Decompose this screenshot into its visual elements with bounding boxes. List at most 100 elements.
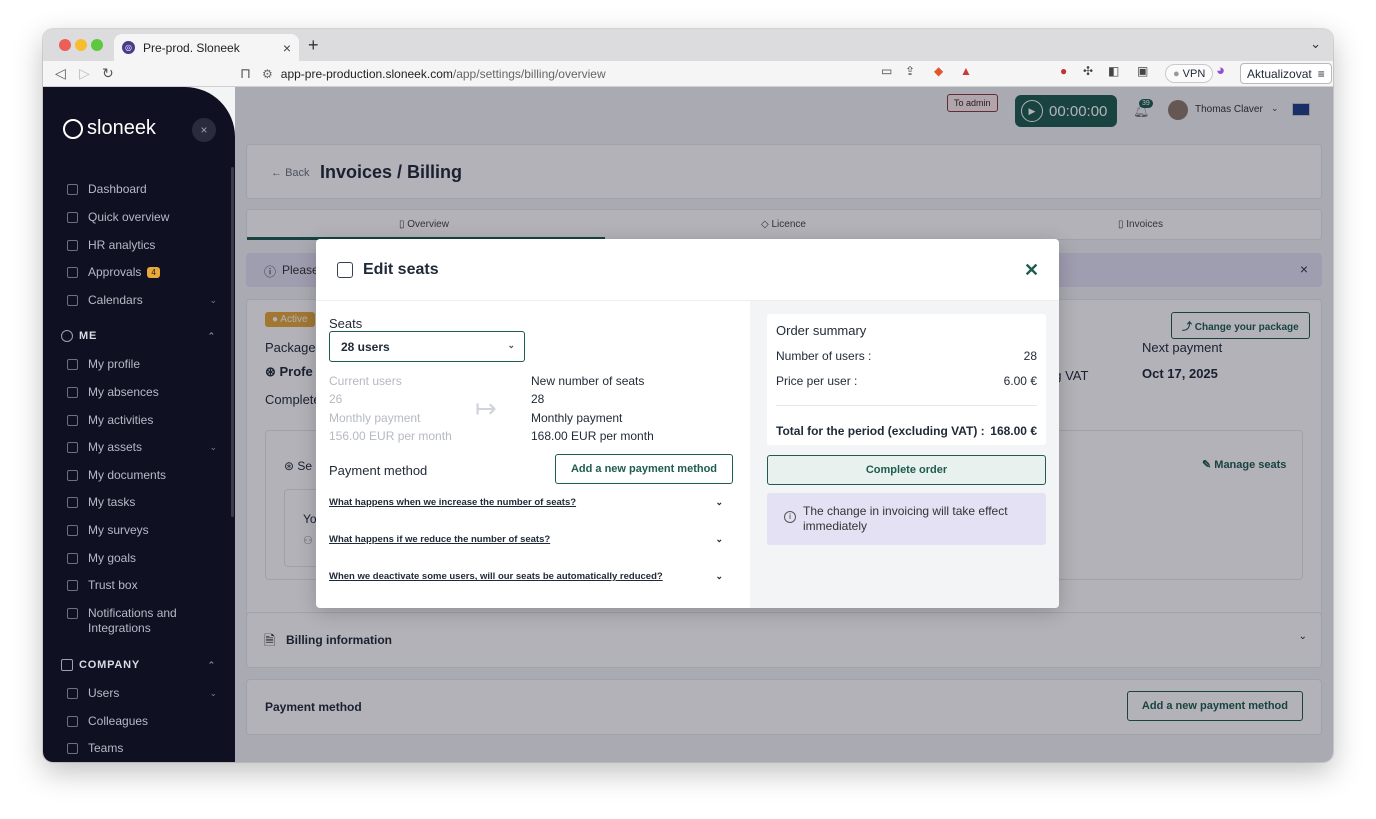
extension-icon[interactable]: ● — [1060, 64, 1067, 78]
chevron-down-icon: ⌄ — [209, 441, 217, 452]
sidebar-item-calendars[interactable]: Calendars ⌄ — [67, 293, 217, 307]
close-tab-icon[interactable]: × — [283, 40, 291, 56]
maximize-window-button[interactable] — [91, 39, 103, 51]
trust-box-icon — [67, 579, 78, 591]
vpn-label: VPN — [1182, 67, 1206, 80]
reload-icon[interactable]: ↻ — [102, 65, 114, 82]
faq-item[interactable]: When we deactivate some users, will our … — [329, 571, 723, 582]
tasks-icon — [67, 496, 78, 508]
arrow-right-icon: ↦ — [475, 393, 497, 423]
bookmark-icon[interactable]: ⊓ — [240, 65, 251, 82]
chevron-down-icon: ⌄ — [715, 571, 723, 581]
browser-tab-title: Pre-prod. Sloneek — [143, 40, 240, 55]
sidebar-item-trust-box[interactable]: Trust box — [67, 578, 217, 592]
colleagues-icon — [67, 715, 78, 727]
sidebar-item-my-documents[interactable]: My documents — [67, 468, 217, 482]
chevron-down-icon: ⌄ — [209, 294, 217, 305]
cast-icon[interactable]: ▭ — [881, 64, 892, 78]
sidebar-item-label: Users — [88, 686, 120, 700]
address-bar[interactable]: ⚙ app-pre-production.sloneek.com/app/set… — [262, 63, 982, 85]
sidebar-section-company[interactable]: COMPANY ⌃ — [61, 659, 216, 671]
chevron-down-icon: ⌄ — [209, 687, 217, 698]
dashboard-icon — [67, 183, 78, 195]
sidebar-item-users[interactable]: Users ⌄ — [67, 686, 217, 700]
brave-shield-icon[interactable]: ◆ — [934, 64, 943, 78]
sidebar-item-label: My absences — [88, 385, 159, 399]
sidebar-item-my-assets[interactable]: My assets ⌄ — [67, 440, 217, 454]
sidebar-item-label: Trust box — [88, 578, 138, 592]
edit-seats-modal: Edit seats ✕ Seats 28 users ⌄ Current us… — [316, 239, 1059, 608]
sidebar-item-my-tasks[interactable]: My tasks — [67, 495, 217, 509]
sidebar-item-label: My goals — [88, 551, 137, 565]
sidebar-item-hr-analytics[interactable]: HR analytics — [67, 238, 217, 252]
sidebar-item-colleagues[interactable]: Colleagues — [67, 714, 217, 728]
sidebar-toggle-icon[interactable]: ◧ — [1108, 64, 1119, 78]
seats-select[interactable]: 28 users ⌄ — [329, 331, 525, 362]
current-monthly-value: 156.00 EUR per month — [329, 429, 452, 443]
seats-label: Seats — [329, 316, 363, 331]
update-label: Aktualizovat — [1247, 66, 1312, 81]
site-settings-icon[interactable]: ⚙ — [262, 67, 273, 81]
users-icon — [67, 687, 78, 699]
update-button[interactable]: Aktualizovat ≡ — [1240, 63, 1332, 84]
sidebar-item-notifications-integrations[interactable]: Notifications and Integrations — [67, 606, 197, 636]
logo[interactable]: sloneek — [63, 117, 156, 140]
sidebar-item-my-goals[interactable]: My goals — [67, 551, 217, 565]
current-users-label: Current users — [329, 374, 402, 388]
new-tab-icon[interactable]: + — [308, 35, 319, 56]
sidebar-item-my-profile[interactable]: My profile — [67, 357, 217, 371]
chevron-down-icon: ⌄ — [715, 534, 723, 544]
users-label: Number of users : — [776, 349, 872, 363]
close-window-button[interactable] — [59, 39, 71, 51]
sidebar-item-label: HR analytics — [88, 238, 156, 252]
tab-list-chevron-icon[interactable]: ⌄ — [1310, 36, 1321, 52]
sidebar-item-label: My activities — [88, 413, 154, 427]
add-payment-method-button[interactable]: Add a new payment method — [555, 454, 733, 484]
sidebar-close-button[interactable]: × — [192, 118, 216, 142]
close-icon[interactable]: ✕ — [1024, 260, 1039, 281]
sidebar-item-label: Colleagues — [88, 714, 149, 728]
goals-icon — [67, 552, 78, 564]
grid-icon — [67, 211, 78, 223]
forward-arrow-icon[interactable]: ▷ — [79, 65, 90, 82]
url-path: /app/settings/billing/overview — [452, 67, 606, 81]
sidebar-item-dashboard[interactable]: Dashboard — [67, 182, 217, 196]
sidebar-item-quick-overview[interactable]: Quick overview — [67, 210, 217, 224]
back-arrow-icon[interactable]: ◁ — [55, 65, 66, 82]
building-icon — [61, 659, 73, 671]
new-seats-label: New number of seats — [531, 374, 645, 388]
teams-icon — [67, 742, 78, 754]
sidebar-item-label: My profile — [88, 357, 141, 371]
faq-item[interactable]: What happens when we increase the number… — [329, 497, 723, 508]
url-host: app-pre-production.sloneek.com — [280, 67, 453, 81]
approvals-icon — [67, 266, 78, 278]
profile-avatar-icon[interactable]: ◕ — [1216, 62, 1225, 79]
wallet-icon[interactable]: ▣ — [1137, 64, 1148, 78]
modal-header: Edit seats ✕ — [316, 239, 1059, 301]
vpn-button[interactable]: ● VPN — [1165, 64, 1214, 83]
sloneek-favicon-icon: ◎ — [122, 41, 135, 54]
extensions-puzzle-icon[interactable]: ✣ — [1083, 64, 1093, 78]
chevron-up-icon: ⌃ — [207, 659, 216, 670]
complete-order-button[interactable]: Complete order — [767, 455, 1046, 485]
faq-item[interactable]: What happens if we reduce the number of … — [329, 534, 723, 545]
sidebar-item-my-surveys[interactable]: My surveys — [67, 523, 217, 537]
sidebar-scrollbar[interactable] — [231, 167, 234, 517]
minimize-window-button[interactable] — [75, 39, 87, 51]
faq-question: What happens if we reduce the number of … — [329, 534, 551, 545]
sidebar-item-approvals[interactable]: Approvals 4 — [67, 265, 217, 279]
sidebar-item-label: Quick overview — [88, 210, 170, 224]
new-monthly-label: Monthly payment — [531, 411, 623, 425]
brave-rewards-icon[interactable]: ▲ — [960, 64, 972, 78]
section-label: ME — [79, 330, 98, 342]
payment-method-label: Payment method — [329, 463, 428, 478]
profile-icon — [67, 358, 78, 370]
chevron-up-icon: ⌃ — [207, 330, 216, 341]
sidebar-item-my-activities[interactable]: My activities — [67, 413, 217, 427]
sidebar-item-my-absences[interactable]: My absences — [67, 385, 217, 399]
sidebar-section-me[interactable]: ME ⌃ — [61, 330, 216, 342]
info-text: The change in invoicing will take effect… — [803, 504, 1008, 533]
browser-tab[interactable]: ◎ Pre-prod. Sloneek × — [114, 34, 299, 61]
share-icon[interactable]: ⇪ — [905, 64, 915, 78]
sidebar-item-teams[interactable]: Teams — [67, 741, 217, 755]
